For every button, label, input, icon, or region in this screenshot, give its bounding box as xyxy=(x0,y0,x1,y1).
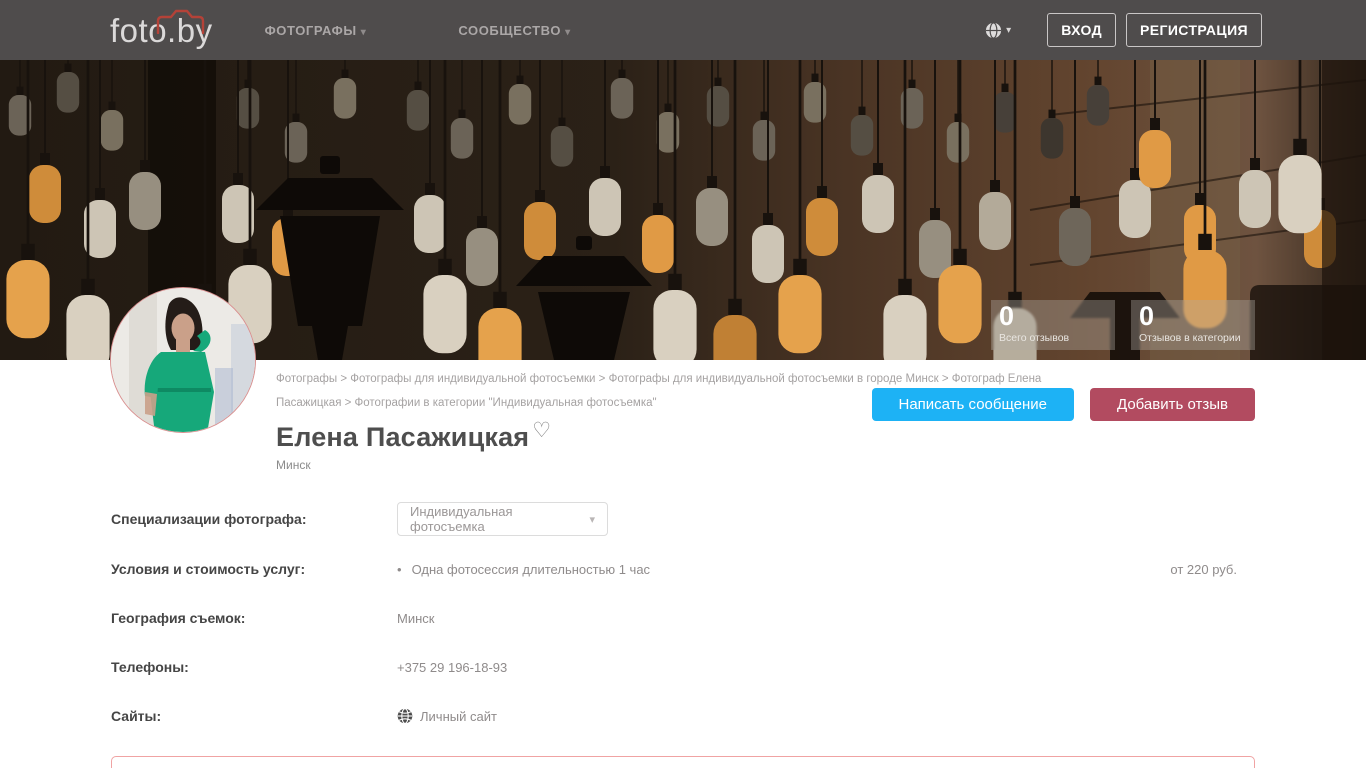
send-message-button[interactable]: Написать сообщение xyxy=(872,388,1075,421)
language-switcher[interactable]: ▾ xyxy=(985,22,1011,39)
photographer-name: Елена Пасажицкая xyxy=(276,422,529,452)
navbar: foto.by ФОТОГРАФЫ▾ СООБЩЕСТВО▾ ▾ ВХОД РЕ… xyxy=(0,0,1366,60)
geography-row: География съемок: Минск xyxy=(111,609,1255,627)
navbar-right: ▾ ВХОД РЕГИСТРАЦИЯ xyxy=(985,13,1262,47)
camera-outline-icon xyxy=(154,8,206,34)
selected-specialization: Индивидуальная фотосъемка xyxy=(410,504,589,534)
logo[interactable]: foto.by xyxy=(110,14,213,47)
globe-icon xyxy=(397,708,413,724)
chevron-down-icon: ▾ xyxy=(361,27,367,38)
stat-label: Всего отзывов xyxy=(999,332,1107,344)
service-item: • Одна фотосессия длительностью 1 час xyxy=(397,562,650,577)
register-button[interactable]: РЕГИСТРАЦИЯ xyxy=(1126,13,1262,47)
avatar xyxy=(110,287,256,433)
profile-actions: Написать сообщение Добавить отзыв xyxy=(872,388,1256,421)
specializations-select[interactable]: Индивидуальная фотосъемка ▾ xyxy=(397,502,608,536)
sites-row: Сайты: Личный сайт xyxy=(111,707,1255,725)
personal-site-link[interactable]: Личный сайт xyxy=(397,708,497,724)
photographer-city: Минск xyxy=(276,458,1255,472)
main-menu: ФОТОГРАФЫ▾ СООБЩЕСТВО▾ xyxy=(265,23,663,38)
profile-header: Фотографы > Фотографы для индивидуальной… xyxy=(111,360,1255,472)
page-title: Елена Пасажицкая♡ xyxy=(276,422,1255,453)
stat-category-reviews: 0 Отзывов в категории xyxy=(1131,300,1255,350)
globe-icon xyxy=(985,22,1002,39)
chevron-down-icon: ▾ xyxy=(1006,25,1011,36)
specializations-label: Специализации фотографа: xyxy=(111,511,397,527)
specializations-row: Специализации фотографа: Индивидуальная … xyxy=(111,502,1255,536)
chevron-down-icon: ▾ xyxy=(589,513,595,526)
favorite-heart-icon[interactable]: ♡ xyxy=(532,419,551,442)
nav-photographers[interactable]: ФОТОГРАФЫ▾ xyxy=(265,23,367,38)
photographer-portrait xyxy=(111,288,256,433)
geography-label: География съемок: xyxy=(111,610,397,626)
stat-value: 0 xyxy=(1139,301,1247,332)
stat-value: 0 xyxy=(999,301,1107,332)
sites-label: Сайты: xyxy=(111,708,397,724)
phone-number: +375 29 196-18-93 xyxy=(397,660,507,675)
service-description: Одна фотосессия длительностью 1 час xyxy=(412,562,651,577)
phones-row: Телефоны: +375 29 196-18-93 xyxy=(111,658,1255,676)
profile-page: Фотографы > Фотографы для индивидуальной… xyxy=(0,360,1366,768)
review-stats: 0 Всего отзывов 0 Отзывов в категории xyxy=(991,300,1255,350)
login-button[interactable]: ВХОД xyxy=(1047,13,1116,47)
services-row: Условия и стоимость услуг: • Одна фотосе… xyxy=(111,560,1255,578)
profile-details: Специализации фотографа: Индивидуальная … xyxy=(111,502,1255,725)
stat-label: Отзывов в категории xyxy=(1139,332,1247,344)
services-label: Условия и стоимость услуг: xyxy=(111,561,397,577)
phones-label: Телефоны: xyxy=(111,659,397,675)
geography-value: Минск xyxy=(397,611,434,626)
notice-box: Пожалуйста, сообщите фотографу, что Вы н… xyxy=(111,756,1255,768)
site-link-label: Личный сайт xyxy=(420,709,497,724)
add-review-button[interactable]: Добавить отзыв xyxy=(1090,388,1255,421)
service-price: от 220 руб. xyxy=(1170,562,1255,577)
bullet-icon: • xyxy=(397,562,402,577)
stat-total-reviews: 0 Всего отзывов xyxy=(991,300,1115,350)
chevron-down-icon: ▾ xyxy=(565,27,571,38)
nav-community[interactable]: СООБЩЕСТВО▾ xyxy=(458,23,570,38)
